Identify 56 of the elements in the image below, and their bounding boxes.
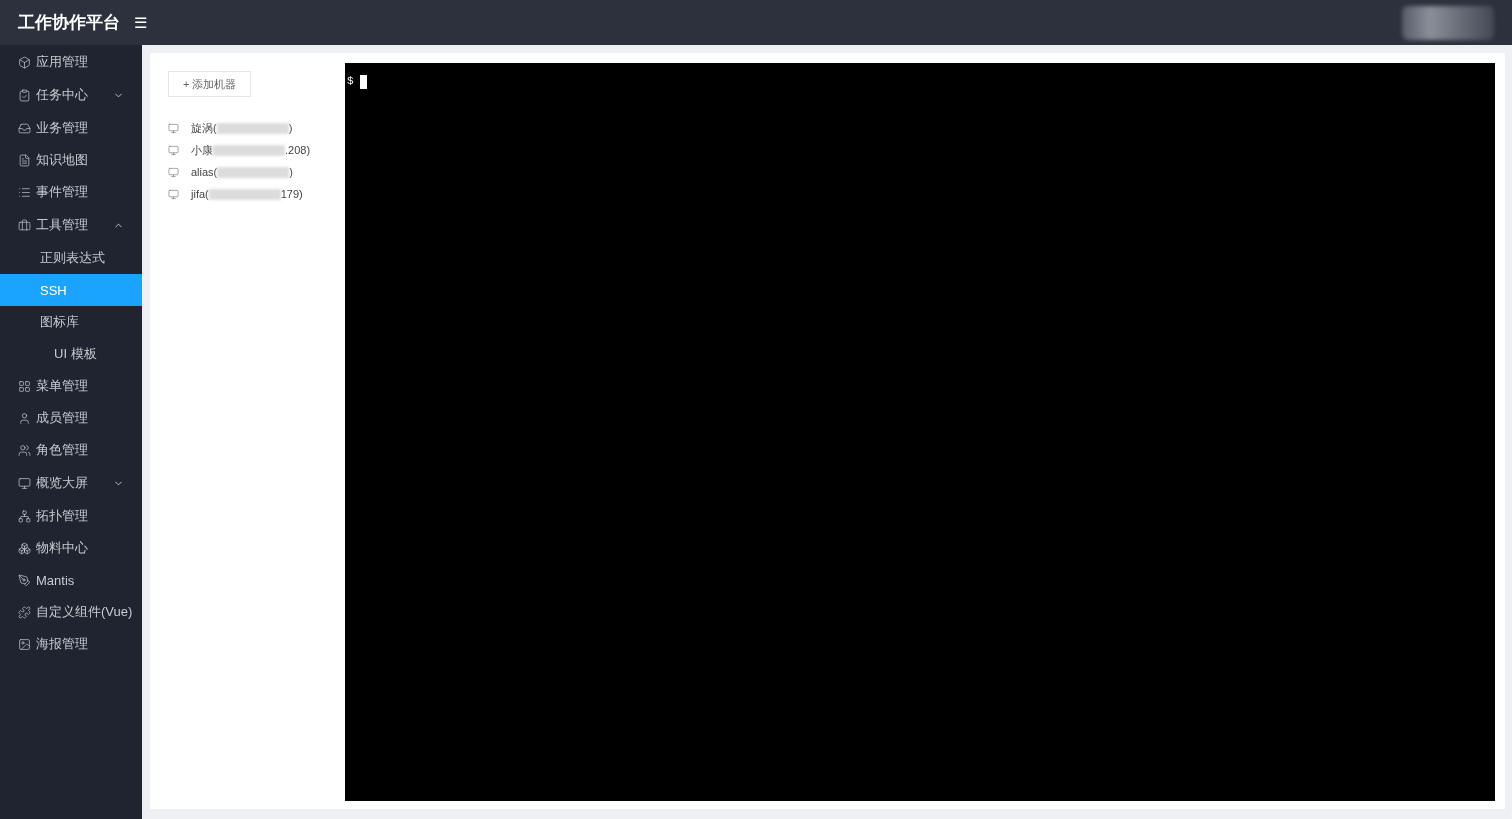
monitor-icon xyxy=(168,166,179,178)
machine-name: 小康 xyxy=(191,142,213,158)
terminal[interactable]: $ xyxy=(345,63,1495,801)
list-icon xyxy=(18,185,31,199)
sidebar-item[interactable]: Mantis xyxy=(0,564,142,596)
clipboard-icon xyxy=(18,88,31,102)
pen-icon xyxy=(18,573,31,587)
text-cursor xyxy=(359,75,367,89)
sidebar-item[interactable]: 事件管理 xyxy=(0,176,142,208)
machine-address: ) xyxy=(288,122,293,134)
machine-name: alias( xyxy=(191,166,218,178)
monitor-icon xyxy=(168,122,179,134)
users-icon xyxy=(18,443,31,457)
machine-name: jifa( xyxy=(191,188,209,200)
add-machine-button[interactable]: + 添加机器 xyxy=(168,71,252,97)
machine-name: 旋涡( xyxy=(191,120,217,136)
sidebar-item[interactable]: 知识地图 xyxy=(0,144,142,176)
machine-address: .208) xyxy=(285,144,311,156)
network-icon xyxy=(18,509,31,523)
sidebar-item[interactable]: 业务管理 xyxy=(0,112,142,144)
monitor-icon xyxy=(18,476,31,490)
sidebar-item[interactable]: UI 模板 xyxy=(0,338,142,370)
document-icon xyxy=(18,153,31,167)
sidebar-item[interactable]: 图标库 xyxy=(0,306,142,338)
terminal-prompt: $ xyxy=(347,75,354,87)
machine-address: ) xyxy=(289,166,293,178)
sidebar-item[interactable]: 正则表达式 xyxy=(0,242,142,274)
sidebar-item[interactable]: 海报管理 xyxy=(0,628,142,660)
machine-address: 179) xyxy=(280,188,303,200)
machine-item[interactable]: alias( ) xyxy=(168,161,331,183)
sidebar-item[interactable]: 拓扑管理 xyxy=(0,500,142,532)
sidebar-item[interactable]: 任务中心 xyxy=(0,78,142,112)
image-icon xyxy=(18,637,31,651)
machine-item[interactable]: 旋涡( ) xyxy=(168,117,331,139)
puzzle-icon xyxy=(18,605,31,619)
monitor-icon xyxy=(168,144,179,156)
menu-button[interactable]: ☰ xyxy=(134,13,147,32)
sidebar-item[interactable]: 角色管理 xyxy=(0,434,142,466)
machine-item[interactable]: 小康 .208) xyxy=(168,139,331,161)
sidebar-item[interactable]: 工具管理 xyxy=(0,208,142,242)
sidebar-item[interactable]: 概览大屏 xyxy=(0,466,142,500)
blocks-icon xyxy=(18,541,31,555)
box-icon xyxy=(18,55,31,69)
machine-item[interactable]: jifa( 179) xyxy=(168,183,331,205)
briefcase-icon xyxy=(18,218,31,232)
sidebar-item[interactable]: 成员管理 xyxy=(0,402,142,434)
sidebar-item[interactable]: 物料中心 xyxy=(0,532,142,564)
grid-icon xyxy=(18,379,31,393)
app-title: 工作协作平台 xyxy=(18,12,120,34)
monitor-icon xyxy=(168,188,179,200)
sidebar-item[interactable]: 自定义组件(Vue) xyxy=(0,596,142,628)
inbox-icon xyxy=(18,121,31,135)
sidebar-item[interactable]: 应用管理 xyxy=(0,46,142,78)
redacted-address xyxy=(213,144,285,156)
user-icon xyxy=(18,411,31,425)
sidebar-item[interactable]: 菜单管理 xyxy=(0,370,142,402)
